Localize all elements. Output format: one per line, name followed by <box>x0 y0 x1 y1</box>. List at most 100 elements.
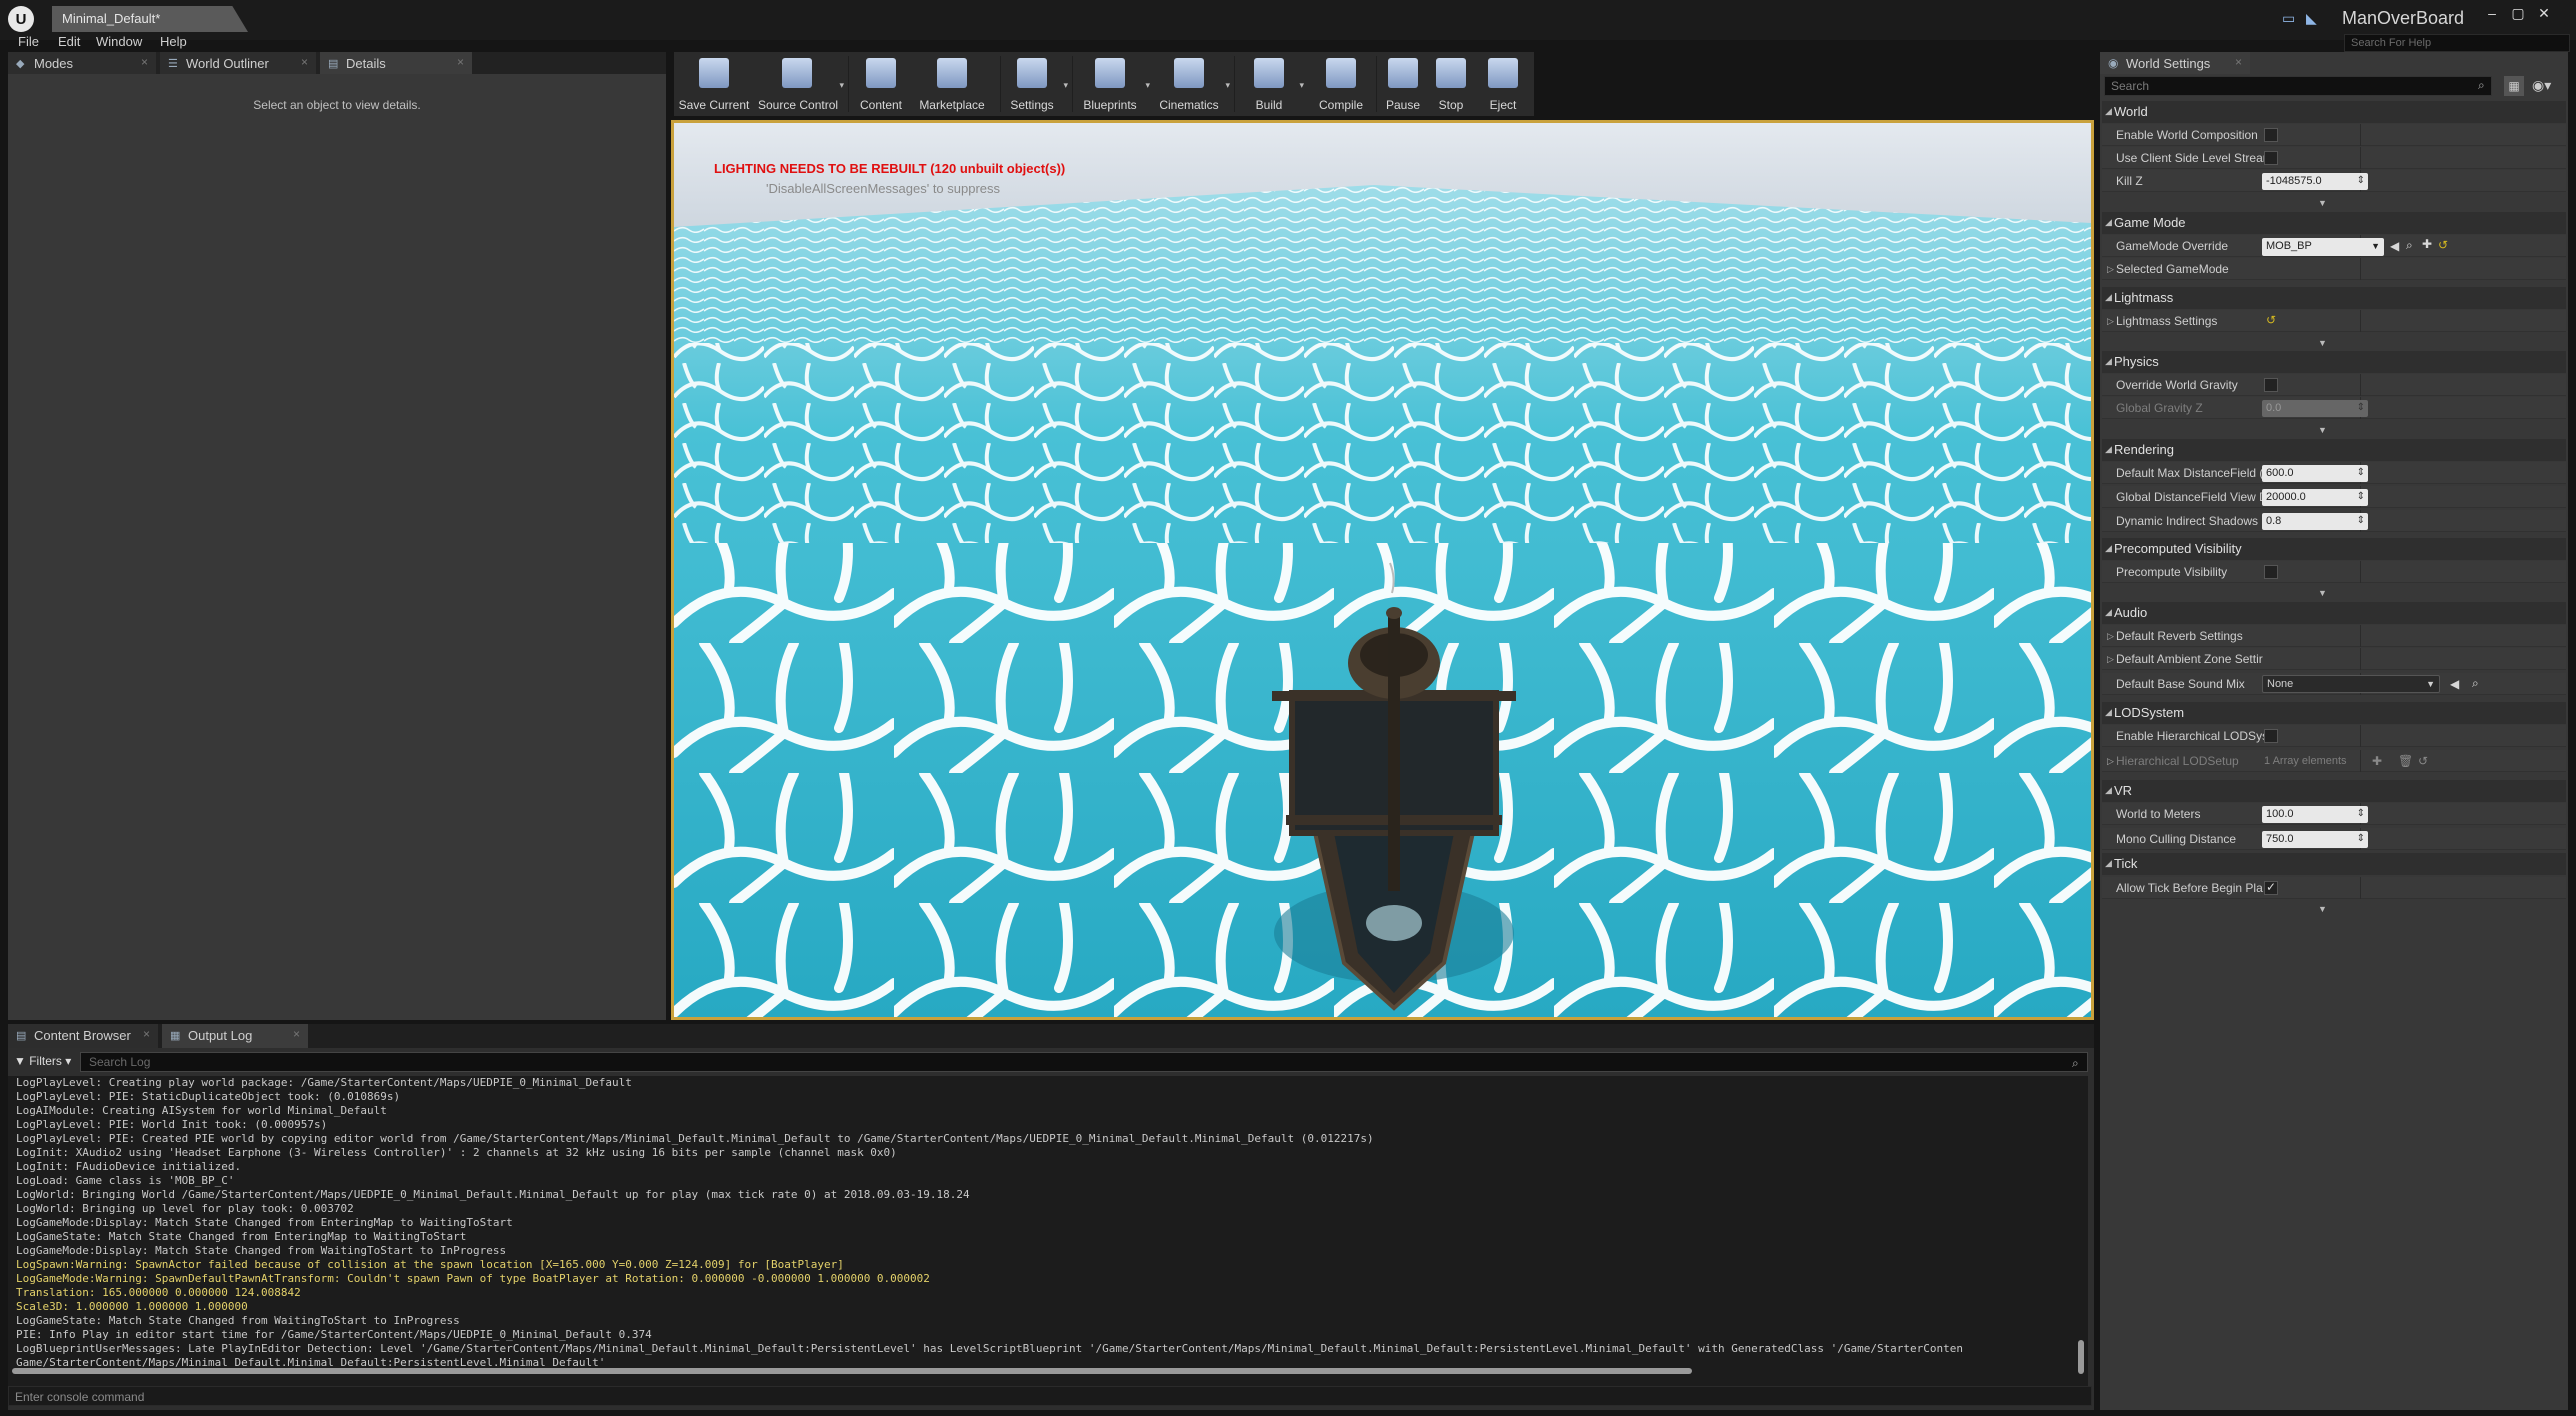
base-sound-mix-dropdown[interactable]: None ▼ <box>2262 675 2440 693</box>
menu-window[interactable]: Window <box>96 34 142 49</box>
category-audio[interactable]: ◢ Audio <box>2102 602 2566 624</box>
compile-button[interactable]: Compile <box>1314 56 1368 114</box>
kill-z-field[interactable]: -1048575.0 ⇕ <box>2262 173 2368 190</box>
arrow-left-icon[interactable]: ◀ <box>2450 677 2459 691</box>
chevron-down-icon[interactable]: ▾ <box>1225 80 1230 91</box>
expand-icon[interactable]: ▷ <box>2107 756 2114 767</box>
menu-edit[interactable]: Edit <box>58 34 80 49</box>
enable-world-composition-checkbox[interactable] <box>2264 128 2278 142</box>
log-line: LogPlayLevel: PIE: StaticDuplicateObject… <box>16 1090 401 1103</box>
unreal-logo-icon[interactable]: U <box>8 6 34 32</box>
enable-hierarchical-lod-checkbox[interactable] <box>2264 729 2278 743</box>
expand-icon[interactable]: ▷ <box>2107 316 2114 327</box>
expand-icon[interactable]: ▷ <box>2107 264 2114 275</box>
override-world-gravity-checkbox[interactable] <box>2264 378 2278 392</box>
view-options-icon[interactable]: ▦ <box>2504 76 2524 96</box>
level-document-tab[interactable]: Minimal_Default* <box>52 6 248 32</box>
search-icon[interactable]: ⌕ <box>2478 78 2485 93</box>
search-icon[interactable]: ⌕ <box>2072 1056 2088 1071</box>
close-icon[interactable]: × <box>457 55 464 69</box>
close-icon[interactable]: × <box>143 1027 150 1041</box>
eject-button[interactable]: Eject <box>1480 56 1526 114</box>
pause-icon <box>1388 58 1418 88</box>
gamemode-override-dropdown[interactable]: MOB_BP ▼ <box>2262 238 2384 256</box>
cinematics-button[interactable]: Cinematics ▾ <box>1156 56 1230 114</box>
chevron-down-icon[interactable]: ▾ <box>839 80 844 91</box>
menu-help[interactable]: Help <box>160 34 187 49</box>
maximize-button[interactable]: ▢ <box>2506 4 2530 22</box>
console-command-input[interactable]: Enter console command <box>8 1386 2092 1406</box>
pause-button[interactable]: Pause <box>1380 56 1426 114</box>
advanced-expand-icon[interactable]: ▼ <box>2318 338 2327 348</box>
close-icon[interactable]: × <box>141 55 148 69</box>
advanced-expand-icon[interactable]: ▼ <box>2318 425 2327 435</box>
category-vr[interactable]: ◢ VR <box>2102 780 2566 802</box>
level-viewport[interactable]: LIGHTING NEEDS TO BE REBUILT (120 unbuil… <box>671 120 2094 1020</box>
category-world[interactable]: ◢ World <box>2102 101 2566 123</box>
log-text-area[interactable]: LogPlayLevel: Creating play world packag… <box>8 1076 2088 1388</box>
settings-button[interactable]: Settings ▾ <box>1004 56 1068 114</box>
global-distancefield-field[interactable]: 20000.0 ⇕ <box>2262 489 2368 506</box>
category-game-mode-title: Game Mode <box>2114 215 2186 230</box>
eye-icon[interactable]: ◉▾ <box>2532 77 2551 94</box>
world-to-meters-field[interactable]: 100.0 ⇕ <box>2262 806 2368 823</box>
category-precomputed-visibility[interactable]: ◢ Precomputed Visibility <box>2102 538 2566 560</box>
log-search-input[interactable]: Search Log <box>80 1052 2088 1072</box>
help-search-input[interactable]: Search For Help <box>2344 34 2570 52</box>
chevron-down-icon[interactable]: ▾ <box>1299 80 1304 91</box>
max-distancefield-field[interactable]: 600.0 ⇕ <box>2262 465 2368 482</box>
filters-dropdown[interactable]: ▼ Filters ▾ <box>14 1054 71 1068</box>
notification-icon[interactable]: ◣ <box>2306 10 2324 26</box>
tab-content-browser[interactable]: ▤ Content Browser × <box>8 1024 158 1048</box>
category-physics-title: Physics <box>2114 354 2159 369</box>
category-game-mode[interactable]: ◢ Game Mode <box>2102 212 2566 234</box>
minimize-button[interactable]: – <box>2480 4 2504 22</box>
tab-output-log[interactable]: ▦ Output Log × <box>162 1024 308 1048</box>
mono-culling-distance-field[interactable]: 750.0 ⇕ <box>2262 831 2368 848</box>
add-icon[interactable]: ✚ <box>2422 237 2432 251</box>
allow-tick-before-begin-play-checkbox[interactable] <box>2264 880 2278 895</box>
chevron-down-icon[interactable]: ▾ <box>1063 80 1068 91</box>
reset-icon[interactable]: ↺ <box>2266 313 2276 327</box>
log-vertical-scrollbar[interactable] <box>2078 1340 2084 1374</box>
close-icon[interactable]: × <box>301 55 308 69</box>
search-icon[interactable]: ⌕ <box>2472 676 2479 691</box>
search-icon[interactable]: ⌕ <box>2406 238 2413 253</box>
advanced-expand-icon[interactable]: ▼ <box>2318 904 2327 914</box>
chevron-down-icon[interactable]: ▾ <box>1145 80 1150 91</box>
tab-modes[interactable]: ◆ Modes × <box>8 52 156 74</box>
category-physics[interactable]: ◢ Physics <box>2102 351 2566 373</box>
marketplace-button[interactable]: Marketplace <box>912 56 992 114</box>
advanced-expand-icon[interactable]: ▼ <box>2318 198 2327 208</box>
expand-icon[interactable]: ▷ <box>2107 654 2114 665</box>
category-lod-system[interactable]: ◢ LODSystem <box>2102 702 2566 724</box>
close-icon[interactable]: × <box>293 1027 300 1041</box>
stop-button[interactable]: Stop <box>1430 56 1472 114</box>
category-lightmass[interactable]: ◢ Lightmass <box>2102 287 2566 309</box>
close-icon[interactable]: × <box>2235 55 2242 69</box>
content-button[interactable]: Content <box>854 56 908 114</box>
tab-details[interactable]: ▤ Details × <box>320 52 472 74</box>
category-tick[interactable]: ◢ Tick <box>2102 853 2566 875</box>
expand-icon[interactable]: ▷ <box>2107 631 2114 642</box>
tab-world-outliner[interactable]: ☰ World Outliner × <box>160 52 316 74</box>
chat-icon[interactable]: ▭ <box>2282 10 2300 26</box>
world-settings-search-input[interactable]: Search <box>2104 76 2492 96</box>
blueprints-button[interactable]: Blueprints ▾ <box>1078 56 1150 114</box>
reset-icon[interactable]: ↺ <box>2438 238 2448 252</box>
category-rendering[interactable]: ◢ Rendering <box>2102 439 2566 461</box>
arrow-left-icon[interactable]: ◀ <box>2390 239 2399 253</box>
menu-file[interactable]: File <box>18 34 39 49</box>
log-horizontal-scrollbar[interactable] <box>12 1368 1692 1374</box>
tab-world-settings[interactable]: ◉ World Settings × <box>2100 52 2250 74</box>
prop-label: Enable World Composition <box>2116 128 2258 142</box>
close-window-button[interactable]: ✕ <box>2532 4 2556 22</box>
source-control-button[interactable]: Source Control ▾ <box>758 56 844 114</box>
toolbar-separator <box>848 56 849 112</box>
use-client-side-level-checkbox[interactable] <box>2264 151 2278 165</box>
save-current-button[interactable]: Save Current <box>678 56 750 114</box>
precompute-visibility-checkbox[interactable] <box>2264 565 2278 579</box>
advanced-expand-icon[interactable]: ▼ <box>2318 588 2327 598</box>
dynamic-indirect-shadows-field[interactable]: 0.8 ⇕ <box>2262 513 2368 530</box>
build-button[interactable]: Build ▾ <box>1242 56 1304 114</box>
